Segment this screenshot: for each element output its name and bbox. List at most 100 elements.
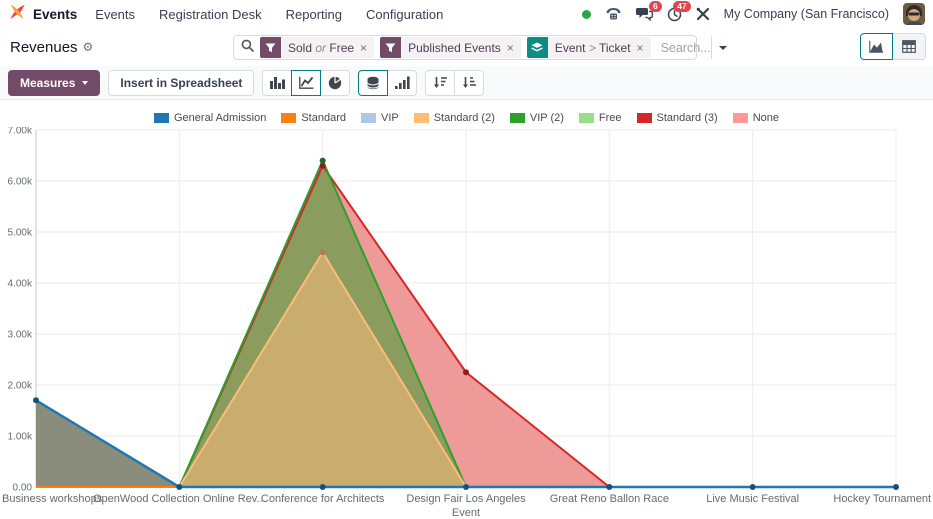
line-chart-icon — [299, 76, 314, 89]
filter-funnel-icon — [380, 37, 401, 58]
legend-item[interactable]: Free — [579, 112, 622, 124]
breadcrumb: Revenues ⚙ — [10, 39, 93, 56]
bar-chart-button[interactable] — [262, 70, 292, 96]
systray: 6 47 My Company (San Francisco) — [582, 3, 925, 25]
x-tick-label: Live Music Festival — [706, 493, 799, 505]
data-point[interactable] — [463, 369, 469, 375]
voip-phone-icon[interactable] — [605, 7, 622, 21]
data-point[interactable] — [320, 158, 326, 164]
legend-label: Standard (2) — [434, 112, 495, 124]
user-avatar[interactable] — [903, 3, 925, 25]
legend-label: VIP — [381, 112, 399, 124]
legend-swatch — [733, 113, 748, 123]
legend-item[interactable]: General Admission — [154, 112, 266, 124]
legend-item[interactable]: Standard (3) — [637, 112, 718, 124]
pie-chart-button[interactable] — [320, 70, 350, 96]
graph-toolbar: Measures Insert in Spreadsheet — [0, 66, 933, 100]
legend-item[interactable]: Standard (2) — [414, 112, 495, 124]
legend-swatch — [637, 113, 652, 123]
menu-item-reporting[interactable]: Reporting — [286, 7, 342, 22]
filter-funnel-icon — [260, 37, 281, 58]
search-icon — [241, 39, 254, 57]
activities-clock-icon[interactable]: 47 — [667, 7, 682, 22]
measures-label: Measures — [20, 76, 75, 90]
search-bar[interactable]: Sold or Free×Published Events×Event > Ti… — [233, 35, 697, 60]
legend-swatch — [361, 113, 376, 123]
search-options-toggle[interactable] — [711, 36, 734, 59]
search-facets: Sold or Free×Published Events×Event > Ti… — [260, 37, 657, 58]
chart-legend: General Admission Standard VIP Standard (2)… — [0, 100, 933, 127]
control-panel: Revenues ⚙ Sold or Free×Published Events… — [0, 28, 933, 66]
sort-group — [425, 70, 484, 96]
line-options-group — [358, 70, 417, 96]
y-tick-label: 0.00 — [13, 483, 33, 494]
facet-remove-icon[interactable]: × — [635, 41, 651, 55]
legend-swatch — [281, 113, 296, 123]
pivot-view-button[interactable] — [893, 33, 926, 60]
measures-button[interactable]: Measures — [8, 70, 100, 96]
facet-label: Sold or Free — [281, 41, 358, 55]
x-tick-label: Conference for Architects — [261, 493, 385, 505]
app-switcher[interactable]: Events — [8, 3, 77, 26]
legend-item[interactable]: None — [733, 112, 779, 124]
y-tick-label: 1.00k — [8, 432, 33, 443]
sort-ascending-button[interactable] — [454, 70, 484, 96]
legend-label: General Admission — [174, 112, 266, 124]
cumulative-toggle-button[interactable] — [387, 70, 417, 96]
menu-item-events[interactable]: Events — [95, 7, 135, 22]
facet-remove-icon[interactable]: × — [505, 41, 521, 55]
pie-chart-icon — [328, 76, 342, 90]
data-point[interactable] — [320, 484, 326, 490]
y-tick-label: 7.00k — [8, 127, 33, 137]
x-tick-label: Hockey Tournament — [833, 493, 931, 505]
legend-label: Standard — [301, 112, 346, 124]
group-by-layers-icon — [527, 37, 548, 58]
app-name: Events — [33, 7, 77, 22]
sort-descending-button[interactable] — [425, 70, 455, 96]
data-point[interactable] — [750, 484, 756, 490]
y-tick-label: 4.00k — [8, 279, 33, 290]
activities-badge: 47 — [673, 1, 690, 12]
legend-item[interactable]: VIP — [361, 112, 399, 124]
revenues-area-chart[interactable]: 0.00 1.00k 2.00k 3.00k 4.00k 5.00k 6.00k 7.00k B… — [0, 127, 933, 519]
x-axis-title: Event — [452, 507, 480, 519]
y-tick-label: 5.00k — [8, 228, 33, 239]
chart-section: General Admission Standard VIP Standard (2)… — [0, 100, 933, 519]
search-facet[interactable]: Published Events× — [380, 37, 521, 58]
x-tick-label: Business workshops — [2, 493, 103, 505]
data-point[interactable] — [463, 484, 469, 490]
data-point[interactable] — [320, 249, 326, 255]
legend-item[interactable]: Standard — [281, 112, 346, 124]
stacked-toggle-button[interactable] — [358, 70, 388, 96]
facet-remove-icon[interactable]: × — [358, 41, 374, 55]
insert-in-spreadsheet-button[interactable]: Insert in Spreadsheet — [108, 70, 254, 96]
menu-item-configuration[interactable]: Configuration — [366, 7, 443, 22]
y-tick-label: 3.00k — [8, 330, 33, 341]
data-point[interactable] — [176, 484, 182, 490]
x-tick-label: Great Reno Ballon Race — [550, 493, 669, 505]
menu-item-registration-desk[interactable]: Registration Desk — [159, 7, 262, 22]
y-tick-label: 2.00k — [8, 381, 33, 392]
chevron-down-icon — [82, 81, 88, 85]
legend-item[interactable]: VIP (2) — [510, 112, 564, 124]
sort-amount-desc-icon — [433, 76, 447, 89]
y-tick-label: 6.00k — [8, 177, 33, 188]
graph-view-button[interactable] — [860, 33, 893, 60]
gear-icon[interactable]: ⚙ — [83, 40, 94, 54]
company-name[interactable]: My Company (San Francisco) — [724, 7, 889, 21]
pivot-table-icon — [902, 40, 916, 53]
chart-type-group — [262, 70, 350, 96]
search-facet[interactable]: Sold or Free× — [260, 37, 374, 58]
data-point[interactable] — [893, 484, 899, 490]
x-tick-label: OpenWood Collection Online Rev... — [93, 493, 266, 505]
search-facet[interactable]: Event > Ticket× — [527, 37, 651, 58]
search-input[interactable]: Search... — [661, 41, 711, 55]
data-point[interactable] — [606, 484, 612, 490]
tools-icon[interactable] — [696, 7, 710, 21]
signal-bars-icon — [395, 76, 410, 89]
messages-icon[interactable]: 6 — [636, 7, 653, 21]
line-chart-button[interactable] — [291, 70, 321, 96]
data-point[interactable] — [33, 397, 39, 403]
facet-label: Published Events — [401, 41, 505, 55]
legend-swatch — [510, 113, 525, 123]
